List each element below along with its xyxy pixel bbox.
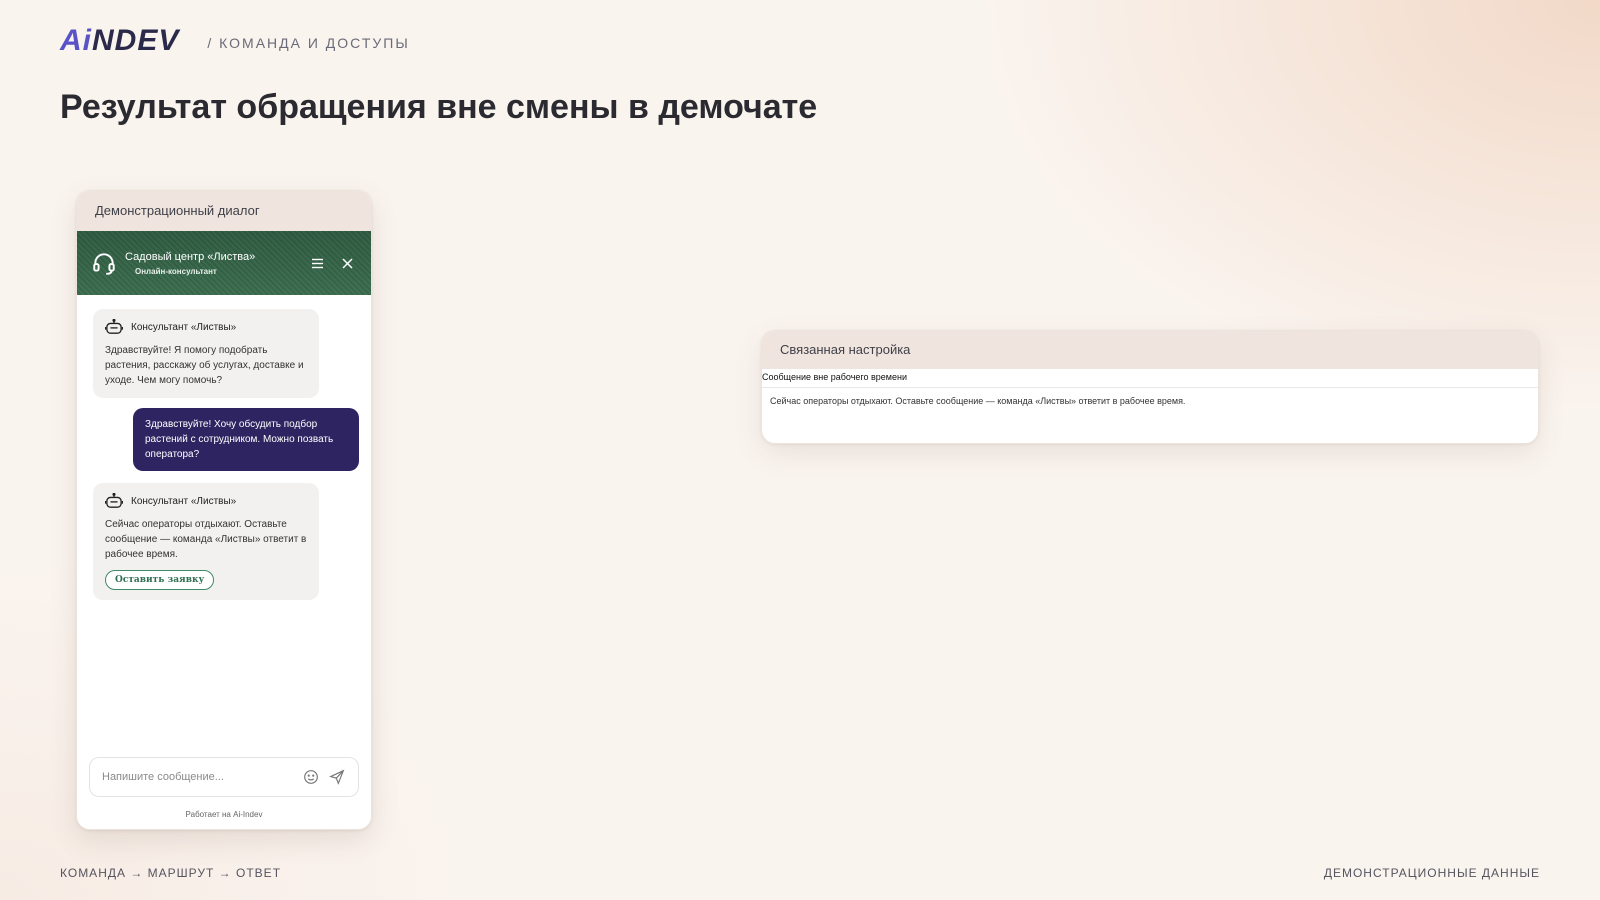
message-input-box[interactable] [89, 757, 359, 797]
demo-dialog-card: Демонстрационный диалог Садовый центр «Л… [76, 190, 372, 830]
bot-name: Консультант «Листвы» [131, 495, 237, 507]
setting-field-label: Сообщение вне рабочего времени [762, 369, 1538, 388]
user-message: Здравствуйте! Хочу обсудить подбор расте… [133, 408, 359, 471]
close-icon[interactable] [337, 253, 357, 273]
powered-by-label: Работает на Ai-Indev [185, 810, 263, 819]
emoji-icon[interactable] [302, 768, 320, 786]
section-breadcrumb: / КОМАНДА И ДОСТУПЫ [207, 35, 410, 51]
leave-request-button[interactable]: Оставить заявку [105, 570, 215, 590]
bot-name-row: Консультант «Листвы» [105, 319, 307, 335]
headset-icon [93, 253, 115, 275]
message-input[interactable] [102, 771, 294, 783]
chat-title: Садовый центр «Листва» [125, 250, 256, 263]
robot-icon [105, 319, 123, 334]
bot-message-text: Сейчас операторы отдыхают. Оставьте сооб… [105, 519, 307, 560]
bot-message-text: Здравствуйте! Я помогу подобрать растени… [105, 345, 304, 386]
chat-title-block: Садовый центр «Листва» Онлайн-консультан… [125, 251, 297, 276]
bot-name: Консультант «Листвы» [131, 321, 237, 333]
related-setting-card: Связанная настройка Сообщение вне рабоче… [761, 330, 1539, 444]
footer-flow-label: КОМАНДА → МАРШРУТ → ОТВЕТ [60, 866, 282, 880]
logo-rest-part: NDEV [92, 24, 180, 57]
setting-field-value[interactable]: Сейчас операторы отдыхают. Оставьте сооб… [762, 388, 1538, 414]
send-icon[interactable] [328, 768, 346, 786]
aindev-logo[interactable]: Ai NDEV [60, 24, 179, 58]
page-header: Ai NDEV / КОМАНДА И ДОСТУПЫ [60, 24, 410, 58]
robot-icon [105, 493, 123, 508]
chat-subtitle: Онлайн-консультант [135, 266, 217, 276]
bot-name-row: Консультант «Листвы» [105, 493, 307, 509]
menu-icon[interactable] [307, 253, 327, 273]
bot-message: Консультант «Листвы» Сейчас операторы от… [93, 483, 319, 600]
logo-ai-part: Ai [60, 24, 92, 57]
related-setting-title: Связанная настройка [762, 331, 1538, 369]
footer-demo-data-label: ДЕМОНСТРАЦИОННЫЕ ДАННЫЕ [1323, 866, 1540, 880]
chat-widget-header: Садовый центр «Листва» Онлайн-консультан… [77, 231, 371, 295]
page-title: Результат обращения вне смены в демочате [60, 88, 818, 126]
bot-message: Консультант «Листвы» Здравствуйте! Я пом… [93, 309, 319, 398]
chat-messages[interactable]: Консультант «Листвы» Здравствуйте! Я пом… [77, 295, 371, 829]
demo-card-title: Демонстрационный диалог [77, 191, 371, 231]
